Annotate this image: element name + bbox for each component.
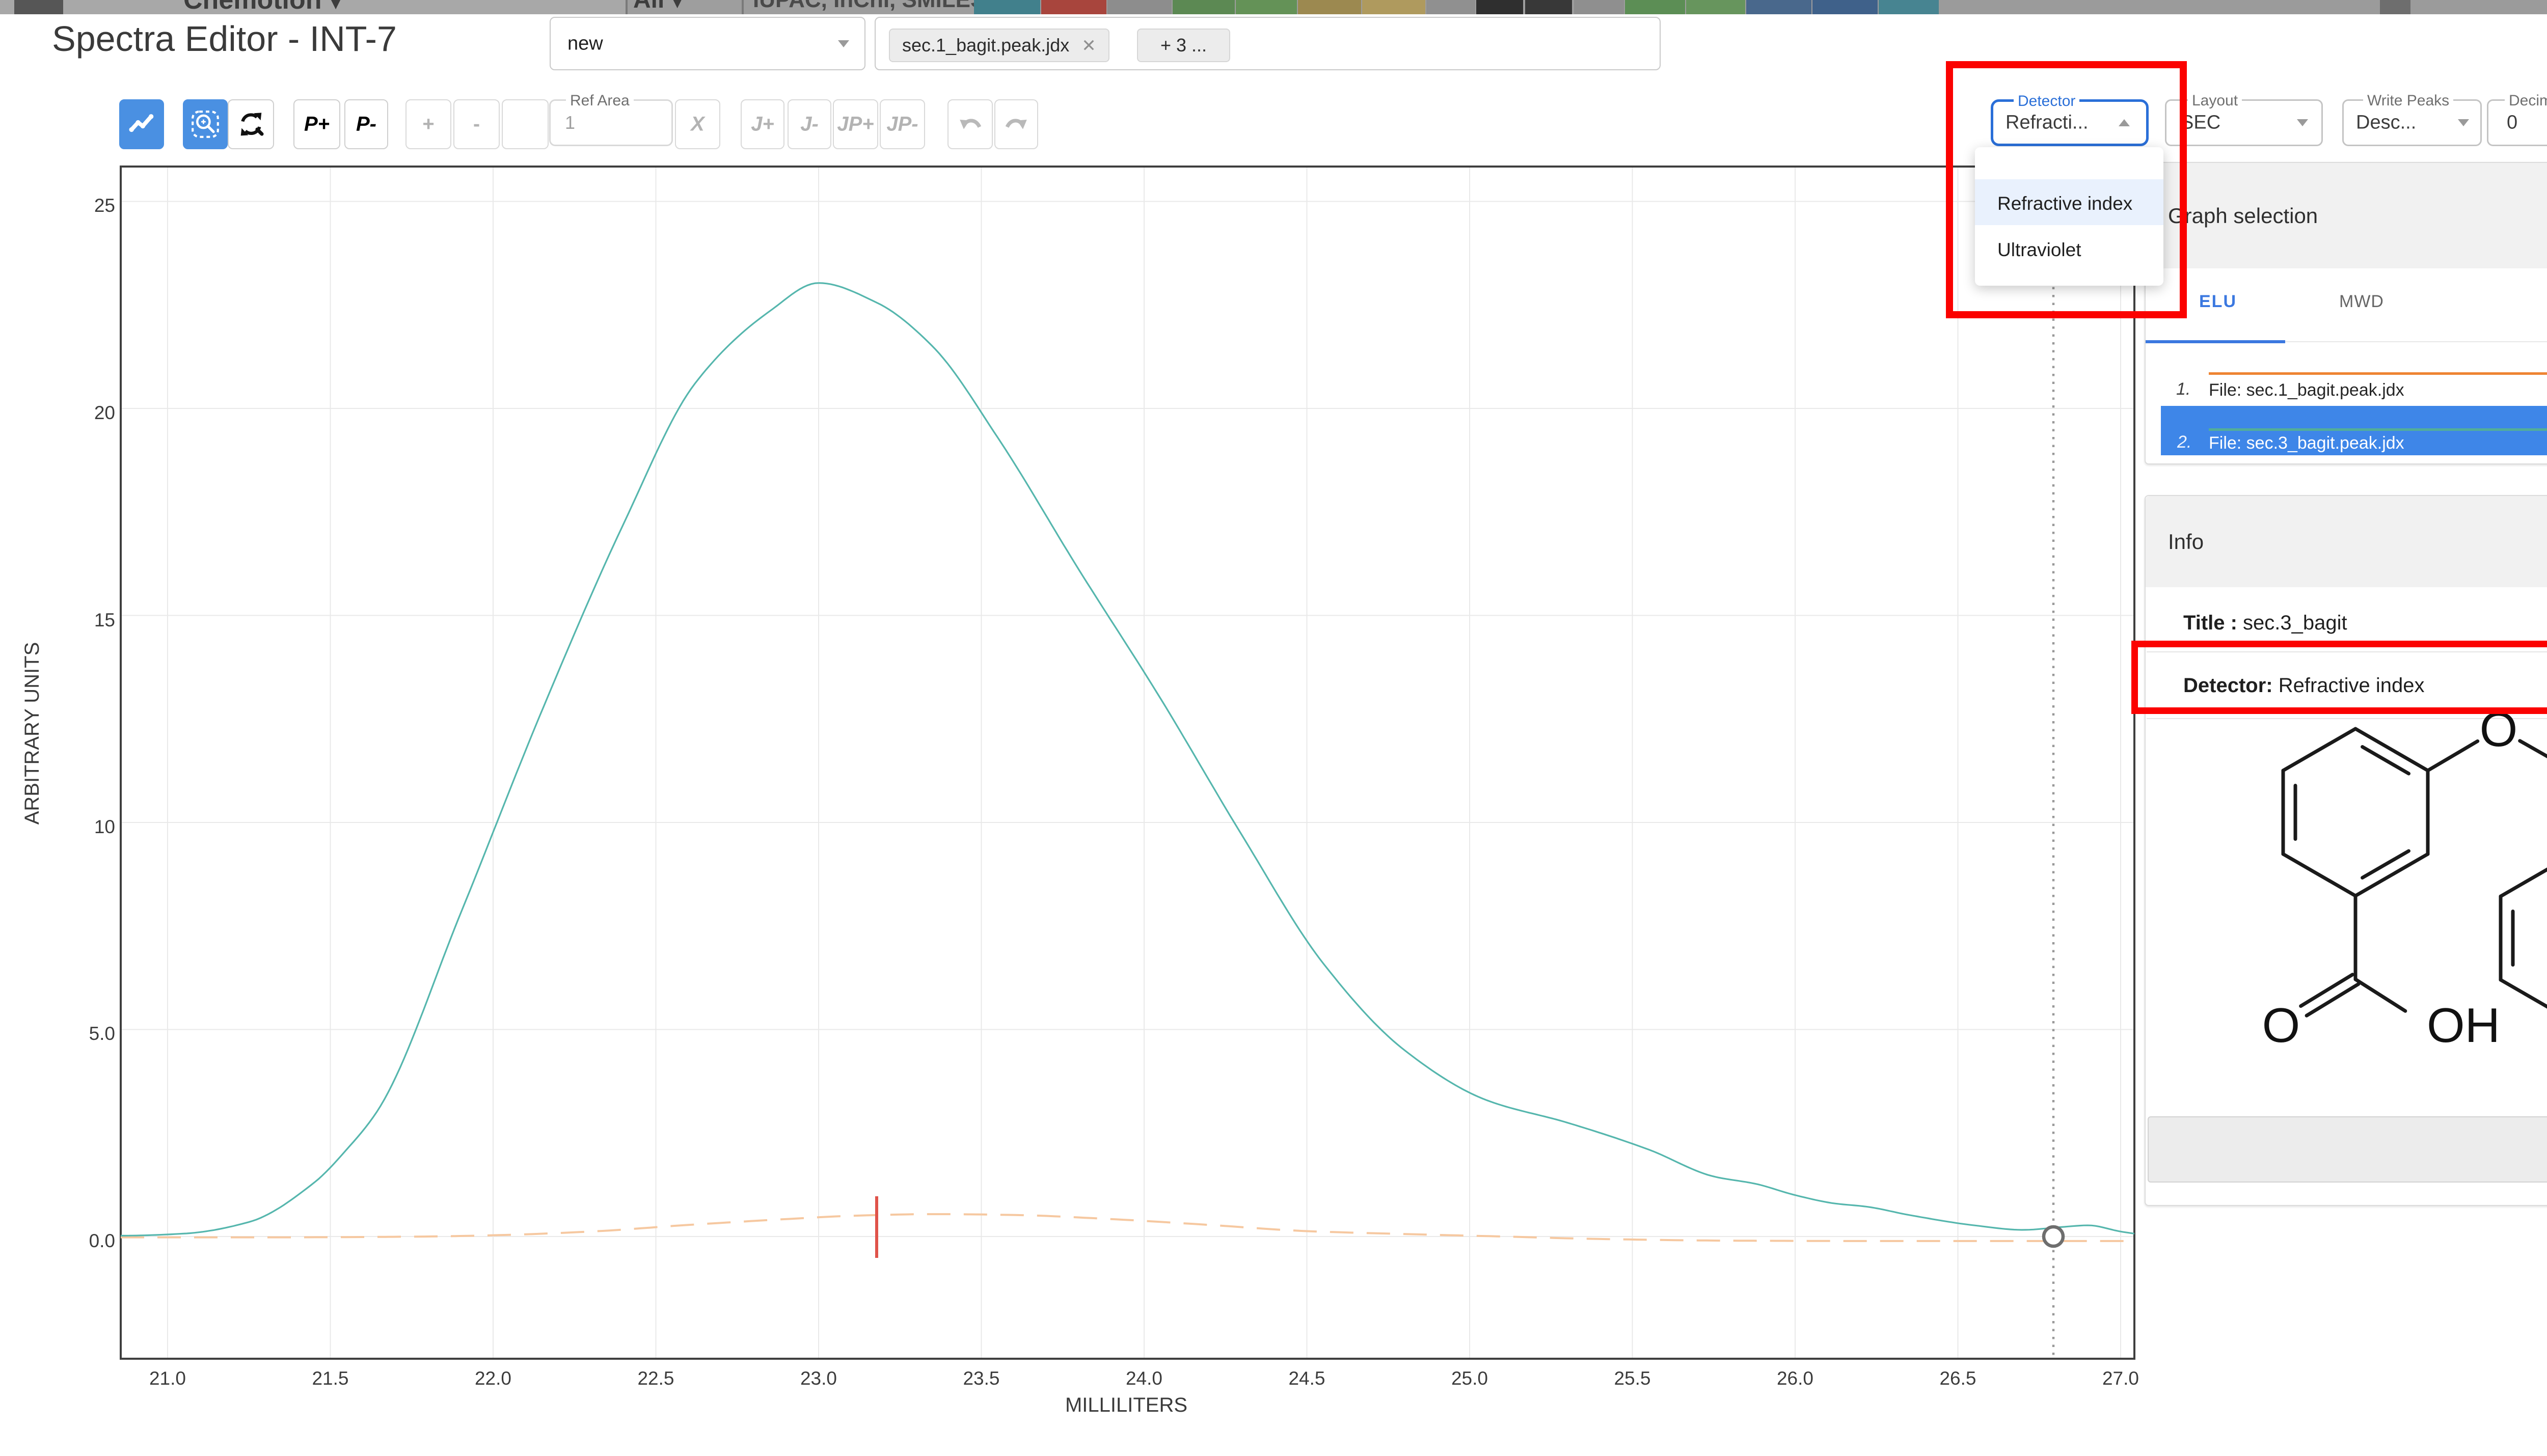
svg-text:O: O xyxy=(2262,998,2300,1053)
svg-text:OH: OH xyxy=(2427,998,2500,1053)
